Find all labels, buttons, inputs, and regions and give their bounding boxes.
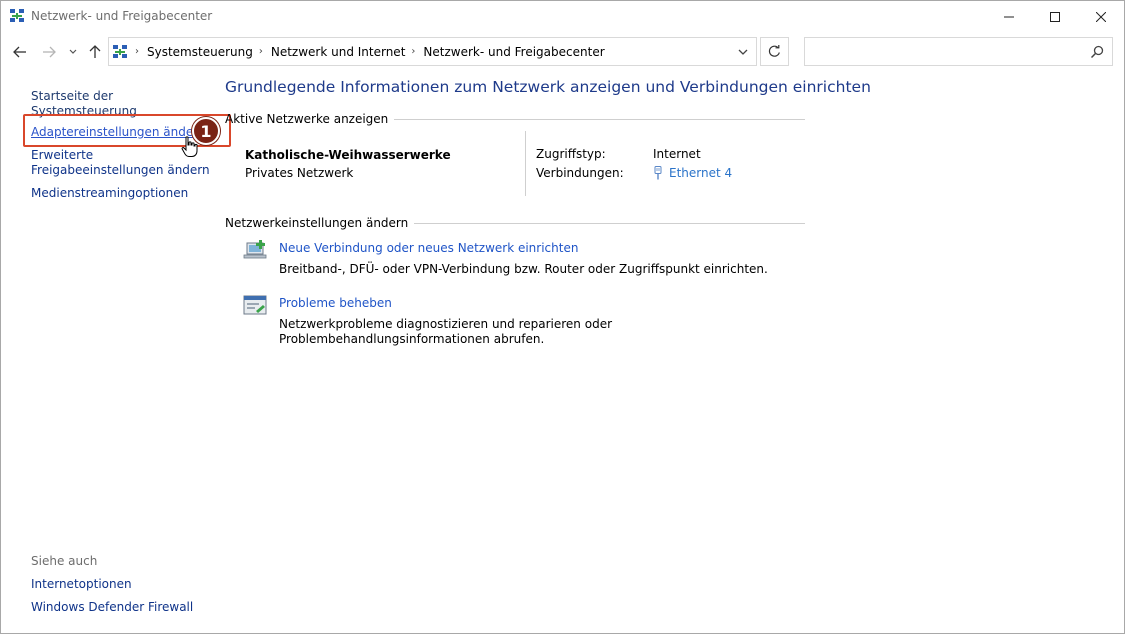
section-heading: Netzwerkeinstellungen ändern — [225, 216, 409, 230]
breadcrumb: › Systemsteuerung › Netzwerk und Interne… — [133, 38, 605, 65]
change-adapter-settings-link[interactable]: Adaptereinstellungen ändern — [31, 125, 206, 140]
window-title: Netzwerk- und Freigabecenter — [31, 9, 213, 23]
recent-locations-button[interactable] — [64, 43, 82, 61]
section-divider — [414, 222, 805, 224]
connections-label: Verbindungen: — [536, 166, 624, 180]
new-connection-icon[interactable] — [243, 239, 269, 263]
network-type: Privates Netzwerk — [245, 166, 354, 180]
address-bar[interactable]: › Systemsteuerung › Netzwerk und Interne… — [108, 37, 757, 66]
control-panel-home-link[interactable]: Startseite der Systemsteuerung — [31, 89, 216, 119]
control-panel-window: Netzwerk- und Freigabecenter › Systemste… — [0, 0, 1125, 634]
section-divider — [394, 118, 805, 120]
maximize-icon — [1050, 11, 1060, 22]
section-heading: Aktive Netzwerke anzeigen — [225, 112, 389, 126]
arrow-up-icon — [89, 45, 101, 58]
breadcrumb-item[interactable]: Systemsteuerung — [147, 45, 253, 59]
refresh-icon — [768, 45, 780, 57]
chevron-right-icon[interactable]: › — [411, 46, 415, 57]
navigation-bar: › Systemsteuerung › Netzwerk und Interne… — [1, 33, 1124, 71]
page-title: Grundlegende Informationen zum Netzwerk … — [225, 78, 871, 96]
chevron-down-icon — [69, 49, 77, 54]
network-center-icon — [113, 45, 127, 58]
back-button[interactable] — [11, 43, 29, 61]
search-icon[interactable] — [1090, 45, 1104, 59]
see-also-heading: Siehe auch — [31, 554, 98, 568]
search-input[interactable] — [811, 42, 1081, 62]
network-settings-section: Netzwerkeinstellungen ändern — [225, 216, 805, 230]
new-connection-description: Breitband-, DFÜ- oder VPN-Verbindung bzw… — [279, 262, 768, 276]
arrow-left-icon — [13, 46, 26, 58]
firewall-link[interactable]: Windows Defender Firewall — [31, 600, 193, 615]
chevron-right-icon[interactable]: › — [135, 46, 139, 57]
close-icon — [1096, 11, 1106, 22]
troubleshoot-icon[interactable] — [243, 294, 269, 318]
minimize-icon — [1004, 16, 1014, 17]
vertical-divider — [525, 131, 526, 196]
up-button[interactable] — [86, 43, 104, 61]
internet-options-link[interactable]: Internetoptionen — [31, 577, 132, 592]
close-button[interactable] — [1078, 1, 1124, 32]
minimize-button[interactable] — [986, 1, 1032, 32]
connection-name[interactable]: Ethernet 4 — [669, 166, 732, 180]
connection-link[interactable]: Ethernet 4 — [653, 166, 732, 180]
chevron-down-icon — [738, 49, 748, 55]
search-box — [804, 37, 1113, 66]
breadcrumb-item[interactable]: Netzwerk- und Freigabecenter — [423, 45, 604, 59]
active-networks-section: Aktive Netzwerke anzeigen — [225, 112, 805, 126]
network-center-icon — [10, 9, 24, 22]
maximize-button[interactable] — [1032, 1, 1078, 32]
new-connection-link[interactable]: Neue Verbindung oder neues Netzwerk einr… — [279, 241, 578, 255]
media-streaming-options-link[interactable]: Medienstreamingoptionen — [31, 186, 188, 201]
hand-cursor-icon — [181, 136, 198, 157]
forward-button[interactable] — [40, 43, 58, 61]
address-history-button[interactable] — [736, 45, 750, 59]
chevron-right-icon[interactable]: › — [259, 46, 263, 57]
troubleshoot-description: Netzwerkprobleme diagnostizieren und rep… — [279, 317, 613, 346]
refresh-button[interactable] — [760, 37, 789, 66]
arrow-right-icon — [43, 46, 56, 58]
breadcrumb-item[interactable]: Netzwerk und Internet — [271, 45, 406, 59]
network-name: Katholische-Weihwasserwerke — [245, 148, 451, 162]
access-type-value: Internet — [653, 147, 701, 161]
access-type-label: Zugriffstyp: — [536, 147, 606, 161]
ethernet-icon — [654, 166, 662, 180]
troubleshoot-link[interactable]: Probleme beheben — [279, 296, 392, 310]
title-bar: Netzwerk- und Freigabecenter — [1, 1, 1124, 32]
